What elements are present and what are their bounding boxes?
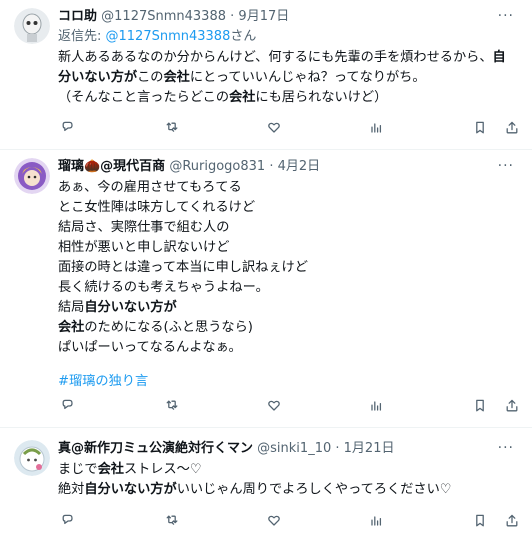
reply-to-prefix: 返信先: <box>58 29 106 44</box>
reply-to-suffix: さん <box>230 29 257 44</box>
tweet-text-line: （そんなこと言ったらどこの会社にも居られないけど） <box>58 88 522 108</box>
reply-icon[interactable] <box>58 118 78 138</box>
text-segment: 相性が悪いと申し訳ないけど <box>58 240 230 255</box>
user-handle[interactable]: @sinki1_10 <box>257 441 331 456</box>
highlighted-keyword: 自分いない方が <box>84 300 177 315</box>
text-segment: にも居られないけど） <box>255 90 388 105</box>
text-segment: にとっていいんじゃね？ってなりがち。 <box>189 70 426 85</box>
text-segment: のためになる(ふと思うなら) <box>84 320 253 335</box>
text-segment: この <box>137 70 164 85</box>
text-segment: 絶対 <box>58 482 85 497</box>
highlighted-keyword: 自 <box>492 50 506 65</box>
tweet-text-line: 新人あるあるなのか分からんけど、何するにも先輩の手を煩わせるから、自 <box>58 48 522 68</box>
text-segment: とこ女性陣は味方してくれるけど <box>58 200 256 215</box>
tweet-date[interactable]: 4月2日 <box>278 159 321 174</box>
highlighted-keyword: 会社 <box>229 90 256 105</box>
tweet-text-line: ぱいぱーいってなるんよなぁ。 <box>58 338 522 358</box>
reply-icon[interactable] <box>58 511 78 531</box>
text-segment: あぁ、今の雇用させてもろてる <box>58 180 242 195</box>
text-segment: ストレス～♡ <box>123 462 202 477</box>
tweet-text: まじで会社ストレス～♡ 絶対自分いない方がいいじゃん周りでよろしくやってろください… <box>58 460 522 500</box>
highlighted-keyword: 会社 <box>97 462 124 477</box>
tweet-text-line: まじで会社ストレス～♡ <box>58 460 522 480</box>
tweet-actions <box>58 511 522 531</box>
text-segment: 結局 <box>58 300 85 315</box>
tweet-text: 新人あるあるなのか分からんけど、何するにも先輩の手を煩わせるから、自 分いない方が… <box>58 48 522 108</box>
tweet-text-line: 絶対自分いない方がいいじゃん周りでよろしくやってろください♡ <box>58 480 522 500</box>
highlighted-keyword: 会社 <box>163 70 190 85</box>
tweet-2[interactable]: 瑠璃🌰@現代百商 @Rurigogo831 · 4月2日 ··· あぁ、今の雇用… <box>0 150 532 428</box>
text-segment: ぱいぱーいってなるんよなぁ。 <box>58 340 242 355</box>
tweet-text-line: あぁ、今の雇用させてもろてる <box>58 178 522 198</box>
text-segment: 結局さ、実際仕事で組む人の <box>58 220 230 235</box>
tweet-text-line: 結局さ、実際仕事で組む人の <box>58 218 522 238</box>
text-segment: 新人あるあるなのか分からんけど、何するにも先輩の手を煩わせるから、 <box>58 50 493 65</box>
tweet-text-line: 面接の時とは違って本当に申し訳ねぇけど <box>58 258 522 278</box>
avatar[interactable] <box>14 158 50 194</box>
user-handle[interactable]: @1127Snmn43388 <box>101 9 226 24</box>
retweet-icon[interactable] <box>162 396 182 416</box>
views-icon[interactable] <box>366 118 386 138</box>
reply-to-line: 返信先: @1127Snmn43388さん <box>58 28 522 46</box>
tweet-date[interactable]: 1月21日 <box>344 441 395 456</box>
tweet-text-line: 会社のためになる(ふと思うなら) <box>58 318 522 338</box>
reply-to-mention[interactable]: @1127Snmn43388 <box>106 29 231 44</box>
hashtag-link[interactable]: #瑠璃の独り言 <box>58 372 522 392</box>
user-handle[interactable]: @Rurigogo831 <box>169 159 265 174</box>
display-name[interactable]: 真@新作刀ミュ公演絶対行くマン <box>58 441 253 456</box>
bookmark-icon[interactable] <box>470 511 490 531</box>
highlighted-keyword: 会社 <box>58 320 85 335</box>
views-icon[interactable] <box>366 396 386 416</box>
highlighted-keyword: 分いない方が <box>58 70 138 85</box>
text-segment: （そんなこと言ったらどこの <box>58 90 230 105</box>
share-icon[interactable] <box>502 118 522 138</box>
tweet-1[interactable]: コロ助 @1127Snmn43388 · 9月17日 ··· 返信先: @112… <box>0 0 532 150</box>
text-segment: まじで <box>58 462 98 477</box>
tweet-text-line: 相性が悪いと申し訳ないけど <box>58 238 522 258</box>
separator: · <box>230 9 235 24</box>
bookmark-icon[interactable] <box>470 118 490 138</box>
display-name[interactable]: コロ助 <box>58 9 97 24</box>
retweet-icon[interactable] <box>162 118 182 138</box>
share-icon[interactable] <box>502 511 522 531</box>
text-segment: 面接の時とは違って本当に申し訳ねぇけど <box>58 260 308 275</box>
share-icon[interactable] <box>502 396 522 416</box>
tweet-text-line: 長く続けるのも考えちゃうよねー。 <box>58 278 522 298</box>
views-icon[interactable] <box>366 511 386 531</box>
avatar[interactable] <box>14 8 50 44</box>
bookmark-icon[interactable] <box>470 396 490 416</box>
tweet-text-line: とこ女性陣は味方してくれるけど <box>58 198 522 218</box>
tweet-actions <box>58 118 522 138</box>
tweet-header: 瑠璃🌰@現代百商 @Rurigogo831 · 4月2日 <box>58 158 522 176</box>
highlighted-keyword: 自分いない方が <box>84 482 177 497</box>
like-icon[interactable] <box>264 511 284 531</box>
display-name[interactable]: 瑠璃🌰@現代百商 <box>58 159 165 174</box>
separator: · <box>269 159 274 174</box>
tweet-header: 真@新作刀ミュ公演絶対行くマン @sinki1_10 · 1月21日 <box>58 440 522 458</box>
text-segment: 長く続けるのも考えちゃうよねー。 <box>58 280 269 295</box>
tweet-header: コロ助 @1127Snmn43388 · 9月17日 <box>58 8 522 26</box>
tweet-text-line: 結局自分いない方が <box>58 298 522 318</box>
more-options-icon[interactable]: ··· <box>498 440 514 456</box>
reply-icon[interactable] <box>58 396 78 416</box>
retweet-icon[interactable] <box>162 511 182 531</box>
tweet-3[interactable]: 真@新作刀ミュ公演絶対行くマン @sinki1_10 · 1月21日 ··· ま… <box>0 428 532 535</box>
text-segment: いいじゃん周りでよろしくやってろください♡ <box>176 482 452 497</box>
more-options-icon[interactable]: ··· <box>498 158 514 174</box>
like-icon[interactable] <box>264 396 284 416</box>
like-icon[interactable] <box>264 118 284 138</box>
more-options-icon[interactable]: ··· <box>498 8 514 24</box>
tweet-date[interactable]: 9月17日 <box>238 9 289 24</box>
separator: · <box>335 441 340 456</box>
avatar[interactable] <box>14 440 50 476</box>
tweet-actions <box>58 396 522 416</box>
tweet-text: あぁ、今の雇用させてもろてる とこ女性陣は味方してくれるけど 結局さ、実際仕事で組む… <box>58 178 522 358</box>
tweet-text-line: 分いない方がこの会社にとっていいんじゃね？ってなりがち。 <box>58 68 522 88</box>
